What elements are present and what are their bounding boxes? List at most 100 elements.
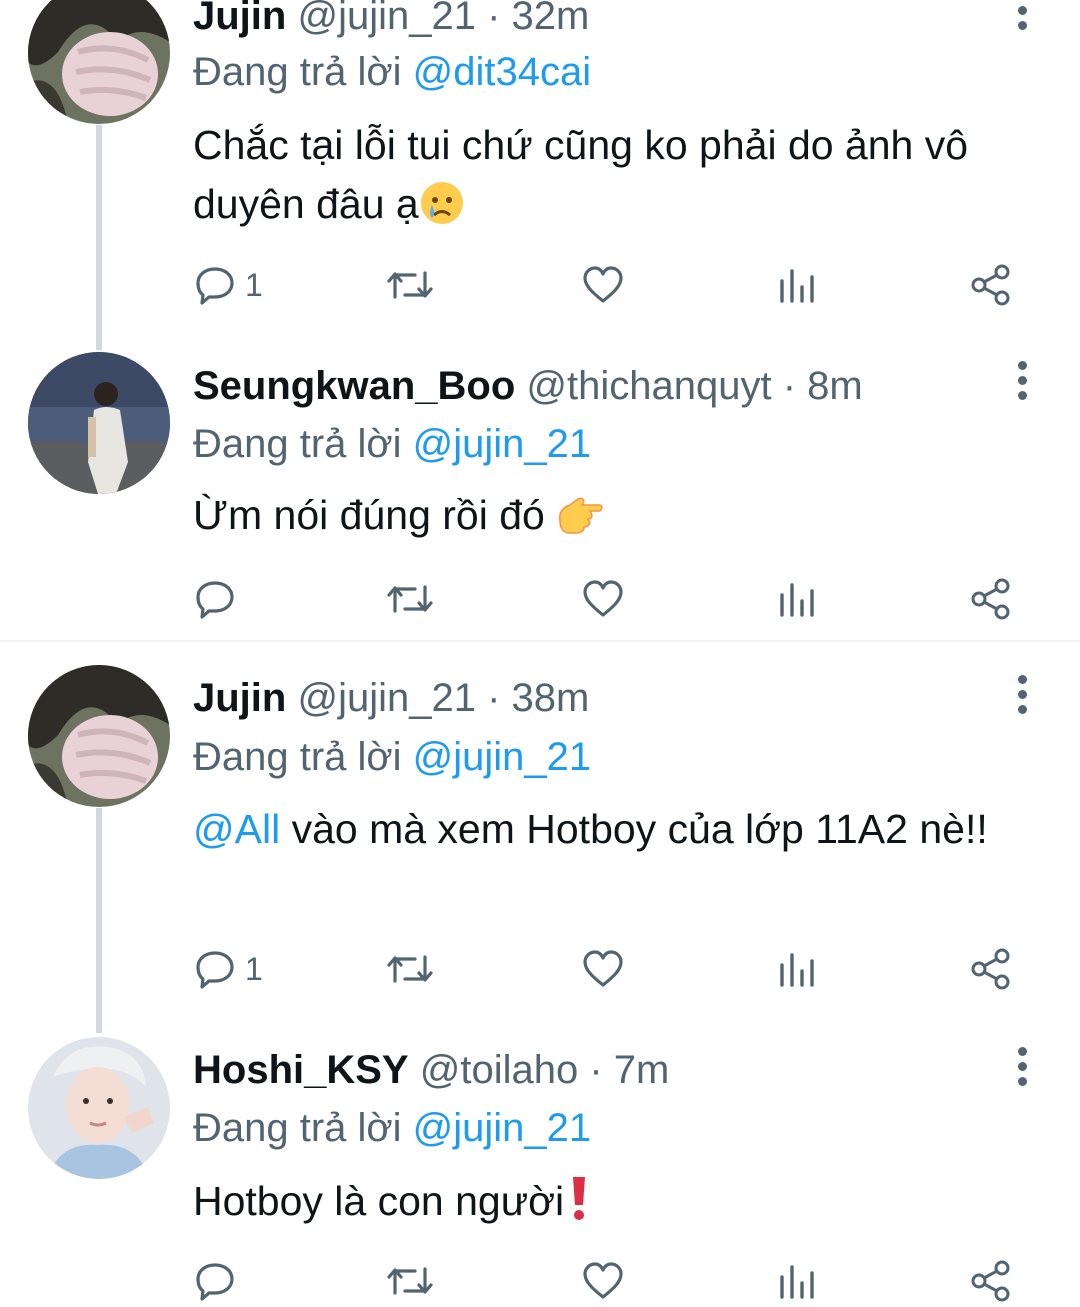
timestamp[interactable]: 8m	[807, 364, 863, 408]
replying-to: Đang trả lời @jujin_21	[193, 424, 591, 464]
reply-count: 1	[245, 266, 263, 303]
replying-to-label: Đang trả lời	[193, 735, 402, 779]
user-handle[interactable]: @toilaho	[420, 1048, 578, 1092]
replying-to-handle[interactable]: @jujin_21	[413, 735, 592, 779]
timestamp[interactable]: 32m	[512, 0, 590, 38]
reply-button[interactable]: 1	[193, 260, 263, 310]
share-button[interactable]	[969, 1256, 1013, 1306]
replying-to-label: Đang trả lời	[193, 50, 402, 94]
tweet-text: Chắc tại lỗi tui chứ cũng ko phải do ảnh…	[193, 116, 1053, 234]
tweet-text-content: Ừm nói đúng rồi đó	[193, 492, 557, 538]
views-button[interactable]	[777, 944, 817, 994]
retweet-button[interactable]	[385, 944, 435, 994]
views-icon	[780, 269, 814, 303]
avatar[interactable]	[28, 1037, 170, 1179]
replying-to-label: Đang trả lời	[193, 422, 402, 466]
views-button[interactable]	[777, 1256, 817, 1306]
tweet-text-content: vào mà xem Hotboy của lớp 11A2 nè!!	[280, 806, 988, 852]
tweet-header: Jujin @jujin_21 · 32m	[193, 0, 589, 36]
views-icon	[780, 583, 814, 617]
reply-icon	[196, 951, 234, 989]
share-button[interactable]	[969, 574, 1013, 624]
more-options-icon[interactable]	[1002, 1040, 1042, 1092]
user-handle[interactable]: @jujin_21	[297, 676, 476, 720]
like-icon	[583, 1262, 623, 1299]
share-icon	[971, 578, 1010, 620]
separator-dot: ·	[782, 364, 797, 408]
like-button[interactable]	[581, 1256, 625, 1306]
reply-button[interactable]	[193, 1256, 245, 1306]
separator-dot: ·	[487, 676, 501, 720]
retweet-icon	[387, 585, 433, 613]
avatar[interactable]	[28, 665, 170, 807]
reply-button[interactable]	[193, 574, 245, 624]
more-options-icon[interactable]	[1002, 668, 1042, 720]
tweet-text: Ừm nói đúng rồi đó	[193, 486, 1053, 545]
thread-line	[96, 125, 102, 350]
tweet-actions	[193, 574, 1033, 624]
more-options-icon[interactable]	[1002, 0, 1042, 36]
display-name[interactable]: Hoshi_KSY	[193, 1048, 409, 1092]
reply-icon	[196, 581, 234, 619]
tweet-text-content: Chắc tại lỗi tui chứ cũng ko phải do ảnh…	[193, 122, 969, 227]
user-handle[interactable]: @thichanquyt	[526, 364, 771, 408]
like-icon	[583, 950, 623, 987]
reply-icon	[196, 1263, 234, 1301]
display-name[interactable]: Jujin	[193, 676, 286, 720]
views-icon	[780, 953, 814, 987]
tweet-actions	[193, 1256, 1033, 1306]
red-exclamation-icon	[564, 1177, 594, 1226]
views-button[interactable]	[777, 260, 817, 310]
like-button[interactable]	[581, 944, 625, 994]
tweet-actions: 1	[193, 944, 1033, 994]
tweet-text: Hotboy là con người	[193, 1172, 1053, 1231]
tweet-header: Hoshi_KSY @toilaho · 7m	[193, 1050, 669, 1090]
tweet-header: Seungkwan_Boo @thichanquyt · 8m	[193, 366, 863, 406]
share-button[interactable]	[969, 944, 1013, 994]
thread-divider	[0, 640, 1080, 642]
retweet-icon	[387, 1267, 433, 1295]
user-handle[interactable]: @jujin_21	[297, 0, 476, 38]
reply-icon	[196, 267, 234, 305]
mention-link[interactable]: @All	[193, 806, 280, 852]
tweet-actions: 1	[193, 260, 1033, 310]
replying-to: Đang trả lời @dit34cai	[193, 52, 591, 92]
like-button[interactable]	[581, 260, 625, 310]
separator-dot: ·	[487, 0, 501, 38]
like-icon	[583, 580, 623, 617]
share-icon	[971, 948, 1010, 990]
separator-dot: ·	[589, 1048, 603, 1092]
share-button[interactable]	[969, 260, 1013, 310]
display-name[interactable]: Seungkwan_Boo	[193, 364, 515, 408]
display-name[interactable]: Jujin	[193, 0, 286, 38]
avatar[interactable]	[28, 0, 170, 124]
views-button[interactable]	[777, 574, 817, 624]
replying-to-handle[interactable]: @jujin_21	[413, 1106, 592, 1150]
more-options-icon[interactable]	[1002, 354, 1042, 406]
replying-to: Đang trả lời @jujin_21	[193, 737, 591, 777]
share-icon	[971, 264, 1010, 306]
pointing-hand-icon	[556, 491, 603, 537]
timestamp[interactable]: 7m	[614, 1048, 670, 1092]
views-icon	[780, 1265, 814, 1299]
reply-button[interactable]: 1	[193, 944, 263, 994]
retweet-icon	[387, 955, 433, 983]
replying-to-handle[interactable]: @jujin_21	[413, 422, 592, 466]
replying-to: Đang trả lời @jujin_21	[193, 1108, 591, 1148]
replying-to-label: Đang trả lời	[193, 1106, 402, 1150]
timestamp[interactable]: 38m	[512, 676, 590, 720]
share-icon	[971, 1260, 1010, 1302]
like-button[interactable]	[581, 574, 625, 624]
replying-to-handle[interactable]: @dit34cai	[413, 50, 591, 94]
retweet-button[interactable]	[385, 574, 435, 624]
tweet-text: @All vào mà xem Hotboy của lớp 11A2 nè!!	[193, 800, 1053, 859]
tweet-header: Jujin @jujin_21 · 38m	[193, 678, 589, 718]
reply-count: 1	[245, 950, 263, 987]
retweet-button[interactable]	[385, 260, 435, 310]
retweet-icon	[387, 271, 433, 299]
retweet-button[interactable]	[385, 1256, 435, 1306]
like-icon	[583, 266, 623, 303]
tweet-text-content: Hotboy là con người	[193, 1178, 565, 1224]
crying-face-icon	[419, 180, 465, 226]
avatar[interactable]	[28, 352, 170, 494]
